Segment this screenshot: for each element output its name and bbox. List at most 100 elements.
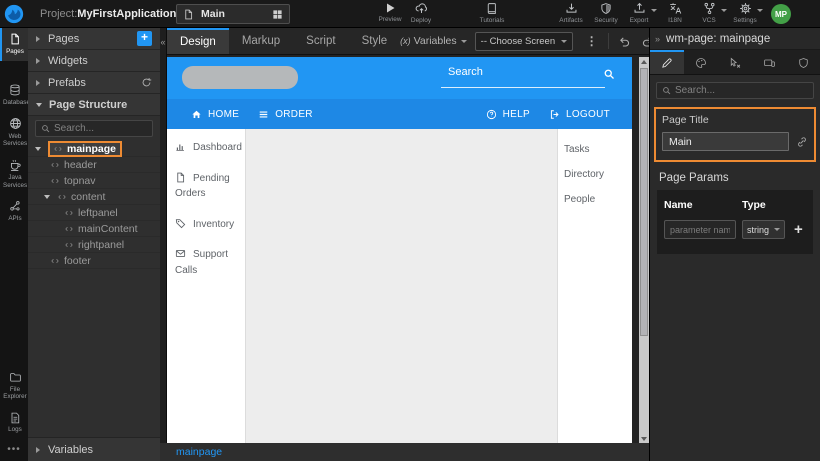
rail-item-web-services[interactable]: Web Services bbox=[0, 112, 28, 154]
right-item-tasks[interactable]: Tasks bbox=[564, 144, 632, 155]
right-item-people[interactable]: People bbox=[564, 194, 632, 205]
tab-devices[interactable] bbox=[752, 50, 786, 74]
add-page-button[interactable]: + bbox=[137, 31, 152, 46]
center-area: Design Markup Script Style (x) Variables… bbox=[167, 28, 649, 461]
collapse-left-icon[interactable]: « bbox=[160, 37, 166, 47]
section-variables[interactable]: Variables bbox=[28, 437, 160, 461]
right-item-directory[interactable]: Directory bbox=[564, 169, 632, 180]
tree-item-leftpanel[interactable]: leftpanel bbox=[28, 205, 160, 221]
wavemaker-logo-icon[interactable] bbox=[2, 2, 26, 26]
scrollbar-thumb[interactable] bbox=[640, 68, 648, 336]
cursor-icon bbox=[729, 57, 741, 69]
caret-down-icon[interactable] bbox=[44, 195, 50, 199]
top-bar: Project:MyFirstApplication › Main Previe… bbox=[0, 0, 820, 28]
rail-item-logs[interactable]: Logs bbox=[0, 407, 28, 440]
menu-item-dashboard[interactable]: Dashboard bbox=[175, 140, 242, 156]
deploy-button[interactable]: Deploy bbox=[399, 2, 443, 24]
search-icon[interactable] bbox=[603, 68, 615, 80]
tab-styles[interactable] bbox=[684, 50, 718, 74]
download-icon bbox=[565, 2, 578, 15]
tab-script[interactable]: Script bbox=[293, 28, 348, 54]
chevron-down-icon bbox=[561, 40, 567, 43]
rail-item-java-services[interactable]: Java Services bbox=[0, 154, 28, 196]
collapse-right-icon[interactable]: » bbox=[650, 34, 666, 44]
canvas-scrollbar[interactable] bbox=[639, 57, 649, 443]
menu-item-pending-orders[interactable]: Pending Orders bbox=[175, 171, 242, 202]
tab-design[interactable]: Design bbox=[167, 28, 229, 54]
grid-icon[interactable] bbox=[272, 9, 283, 20]
properties-title-bar: » wm-page: mainpage bbox=[650, 28, 820, 50]
section-pages[interactable]: Pages + bbox=[28, 28, 160, 50]
nav-order[interactable]: ORDER bbox=[258, 109, 313, 120]
undo-button[interactable] bbox=[613, 35, 636, 48]
panel-splitter[interactable]: « bbox=[160, 28, 167, 461]
tree-item-rightpanel[interactable]: rightpanel bbox=[28, 237, 160, 253]
project-breadcrumb: Project:MyFirstApplication bbox=[40, 0, 176, 28]
structure-search-box[interactable] bbox=[35, 120, 153, 137]
menu-item-inventory[interactable]: Inventory bbox=[175, 217, 242, 233]
properties-search-input[interactable] bbox=[675, 85, 808, 96]
status-page-link[interactable]: mainpage bbox=[176, 446, 222, 458]
scroll-down-icon[interactable] bbox=[639, 434, 649, 443]
more-options-icon[interactable]: ••• bbox=[0, 444, 28, 455]
nav-help[interactable]: HELP bbox=[486, 109, 530, 120]
screen-size-select[interactable]: -- Choose Screen Size -- bbox=[475, 32, 573, 51]
add-param-button[interactable]: + bbox=[794, 223, 803, 237]
app-search-placeholder: Search bbox=[441, 66, 615, 78]
section-page-structure[interactable]: Page Structure bbox=[28, 94, 160, 116]
tree-item-content[interactable]: content bbox=[28, 189, 160, 205]
app-right-panel: Tasks Directory People bbox=[558, 129, 632, 443]
user-avatar[interactable]: MP bbox=[771, 4, 791, 24]
cloud-upload-icon bbox=[415, 2, 428, 15]
canvas-toolbar: Design Markup Script Style (x) Variables… bbox=[167, 28, 649, 55]
settings-button[interactable]: Settings bbox=[723, 2, 767, 24]
scroll-up-icon[interactable] bbox=[639, 57, 649, 66]
tab-properties[interactable] bbox=[650, 50, 684, 74]
bind-link-icon[interactable] bbox=[796, 136, 808, 148]
properties-search-box[interactable] bbox=[656, 82, 814, 99]
tab-security[interactable] bbox=[786, 50, 820, 74]
design-canvas[interactable]: Search HOME ORDER HELP bbox=[167, 57, 632, 443]
page-title-input[interactable] bbox=[662, 132, 789, 151]
tab-events[interactable] bbox=[718, 50, 752, 74]
wavemaker-studio: Project:MyFirstApplication › Main Previe… bbox=[0, 0, 820, 461]
section-prefabs[interactable]: Prefabs bbox=[28, 72, 160, 94]
page-selector[interactable]: Main bbox=[176, 4, 290, 24]
selected-node-highlight: mainpage bbox=[48, 141, 122, 157]
tutorials-button[interactable]: Tutorials bbox=[470, 2, 514, 24]
tree-item-footer[interactable]: footer bbox=[28, 253, 160, 269]
column-header-name: Name bbox=[664, 199, 742, 211]
shield-icon bbox=[600, 2, 612, 15]
more-actions-icon[interactable]: ⋮ bbox=[580, 34, 604, 48]
caret-down-icon bbox=[36, 103, 42, 107]
code-icon bbox=[50, 256, 60, 266]
rail-item-file-explorer[interactable]: File Explorer bbox=[0, 366, 28, 407]
app-search[interactable]: Search bbox=[441, 66, 615, 90]
rail-item-apis[interactable]: APIs bbox=[0, 195, 28, 228]
param-type-select[interactable]: string bbox=[742, 220, 785, 239]
envelope-icon bbox=[175, 248, 186, 259]
section-widgets[interactable]: Widgets bbox=[28, 50, 160, 72]
page-icon bbox=[183, 9, 194, 20]
rail-item-databases[interactable]: Databases bbox=[0, 79, 28, 112]
tab-style[interactable]: Style bbox=[349, 28, 401, 54]
tree-item-mainpage[interactable]: mainpage bbox=[28, 141, 160, 157]
page-title-group-highlight: Page Title bbox=[654, 107, 816, 162]
param-name-input[interactable] bbox=[664, 220, 736, 239]
left-rail: Pages Databases Web Services Java Servic… bbox=[0, 28, 28, 461]
tab-markup[interactable]: Markup bbox=[229, 28, 293, 54]
structure-search-input[interactable] bbox=[54, 123, 147, 134]
nav-home[interactable]: HOME bbox=[191, 109, 239, 120]
nav-logout[interactable]: LOGOUT bbox=[549, 109, 610, 120]
refresh-icon[interactable] bbox=[141, 77, 152, 88]
menu-item-support-calls[interactable]: Support Calls bbox=[175, 247, 242, 278]
toolbar-divider bbox=[608, 33, 609, 49]
rail-item-pages[interactable]: Pages bbox=[0, 28, 28, 61]
chevron-down-icon bbox=[774, 228, 780, 231]
tree-item-maincontent[interactable]: mainContent bbox=[28, 221, 160, 237]
app-main-content[interactable] bbox=[245, 129, 558, 443]
variables-dropdown[interactable]: (x) Variables bbox=[400, 35, 467, 47]
tree-item-header[interactable]: header bbox=[28, 157, 160, 173]
caret-down-icon[interactable] bbox=[35, 147, 41, 151]
tree-item-topnav[interactable]: topnav bbox=[28, 173, 160, 189]
